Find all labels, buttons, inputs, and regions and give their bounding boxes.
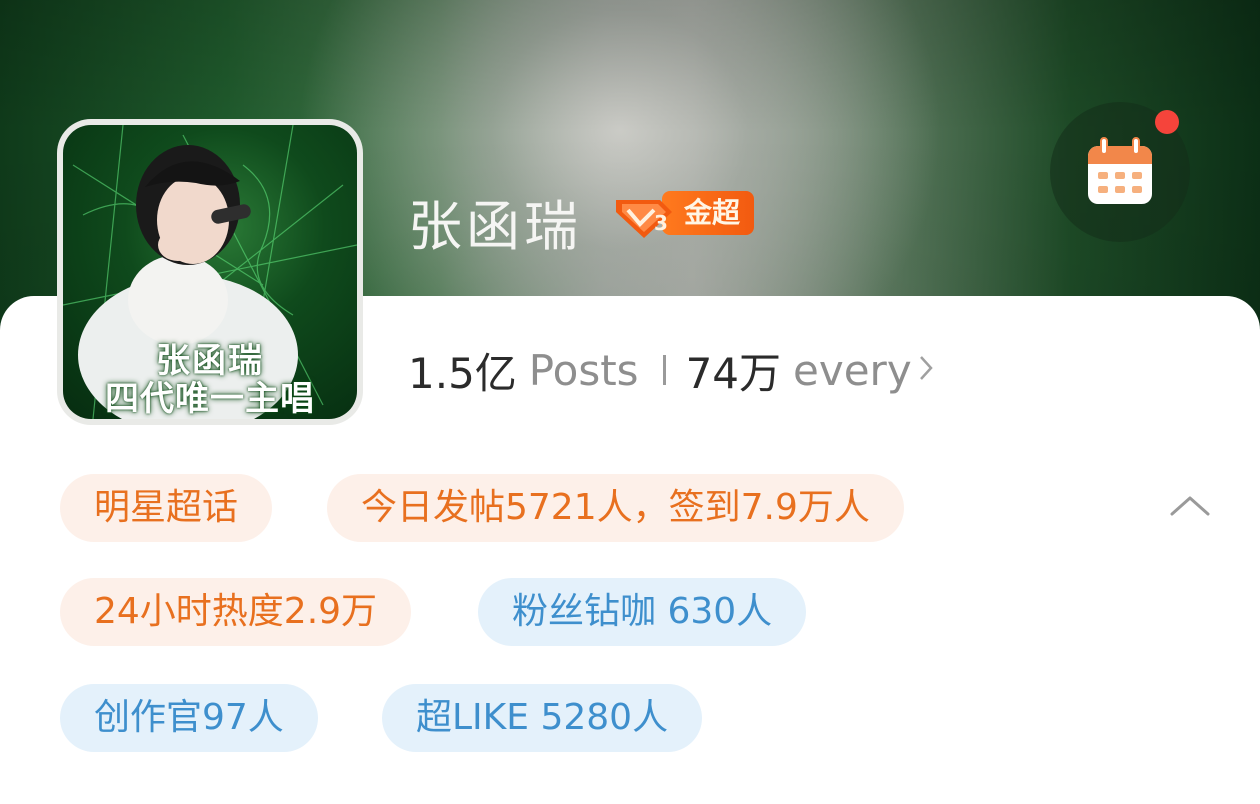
avatar-caption-line2: 四代唯一主唱: [105, 379, 315, 419]
calendar-icon: [1088, 137, 1152, 204]
tag-creators[interactable]: 创作官97人: [60, 684, 318, 752]
tag-star-topic[interactable]: 明星超话: [60, 474, 273, 542]
tag-fan-diamond[interactable]: 粉丝钻咖 630人: [478, 578, 807, 646]
tag-daily-posts[interactable]: 今日发帖5721人，签到7.9万人: [327, 474, 904, 542]
posts-count: 1.5亿: [408, 348, 517, 398]
tag-24h-heat[interactable]: 24小时热度2.9万: [60, 578, 412, 646]
followers-label: every: [793, 345, 912, 395]
chevron-up-icon[interactable]: [1166, 486, 1214, 526]
notification-dot: [1155, 110, 1179, 134]
avatar[interactable]: 张函瑞 四代唯一主唱: [57, 119, 363, 425]
followers-count: 74万: [685, 348, 782, 398]
diamond-icon: 3: [616, 200, 672, 238]
posts-label: Posts: [528, 345, 639, 395]
profile-name: 张函瑞: [408, 195, 582, 258]
stats-divider: [662, 355, 666, 385]
svg-text:3: 3: [654, 211, 668, 235]
level-badge[interactable]: 3 金超: [608, 186, 755, 240]
avatar-image: 张函瑞 四代唯一主唱: [63, 125, 357, 419]
tag-super-like[interactable]: 超LIKE 5280人: [382, 684, 703, 752]
stats-row[interactable]: 1.5亿 Posts 74万 every: [408, 342, 934, 398]
chevron-right-icon: [918, 347, 934, 393]
